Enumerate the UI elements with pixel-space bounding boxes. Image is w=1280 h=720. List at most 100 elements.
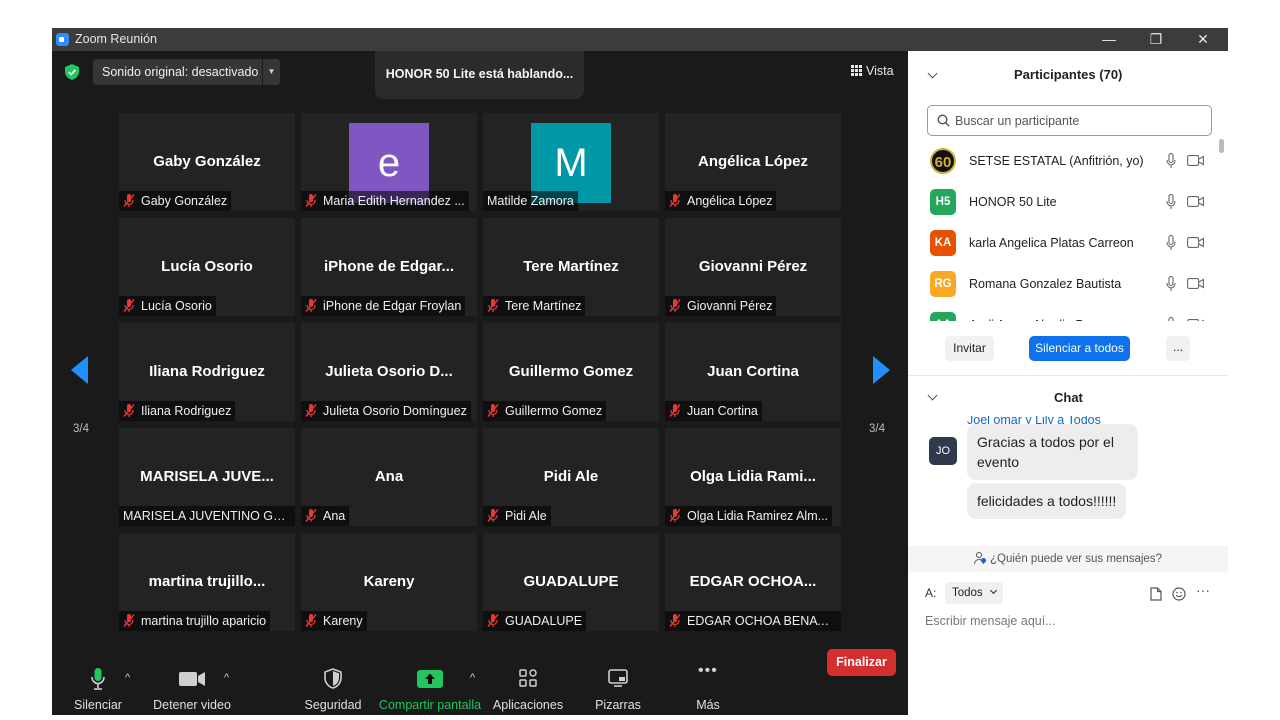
who-can-see-messages[interactable]: ¿Quién puede ver sus mensajes? (908, 546, 1228, 572)
participant-row[interactable]: AA Aroli Aaron Abadia Ponce (908, 305, 1220, 321)
participant-display-name: Angélica López (697, 153, 809, 170)
video-tile[interactable]: Lucía Osorio Lucía Osorio (119, 218, 295, 316)
participant-row[interactable]: H5 HONOR 50 Lite (908, 182, 1220, 223)
participant-avatar: H5 (930, 189, 956, 215)
security-shield-icon[interactable] (65, 64, 79, 80)
grid-view-icon (851, 65, 862, 76)
camera-icon[interactable] (1187, 319, 1204, 321)
video-tile[interactable]: Iliana Rodriguez Iliana Rodriguez (119, 323, 295, 421)
video-tile[interactable]: Gaby González Gaby González (119, 113, 295, 211)
camera-icon[interactable] (1187, 196, 1204, 207)
video-tile[interactable]: GUADALUPE GUADALUPE (483, 533, 659, 631)
video-tile[interactable]: Ana Ana (301, 428, 477, 526)
muted-mic-icon (123, 614, 135, 627)
participant-avatar: AA (930, 312, 956, 321)
chat-recipient-label: A: (925, 586, 937, 600)
video-tile[interactable]: Pidi Ale Pidi Ale (483, 428, 659, 526)
more-label: Más (696, 698, 720, 712)
muted-mic-icon (487, 299, 499, 312)
video-tile[interactable]: EDGAR OCHOA... EDGAR OCHOA BENAVI... (665, 533, 841, 631)
participant-display-name: iPhone de Edgar... (323, 258, 455, 275)
video-options-caret-icon[interactable]: ^ (224, 672, 229, 684)
participant-row[interactable]: 60 SETSE ESTATAL (Anfitrión, yo) (908, 141, 1220, 182)
participant-name-tag: Angélica López (665, 191, 777, 211)
video-tile[interactable]: Juan Cortina Juan Cortina (665, 323, 841, 421)
previous-page-arrow-icon[interactable] (71, 356, 88, 384)
audio-options-caret-icon[interactable]: ^ (125, 672, 130, 684)
participant-name-tag: Julieta Osorio Domínguez (301, 401, 471, 421)
collapse-participants-chevron-icon[interactable] (927, 68, 938, 79)
video-tile[interactable]: martina trujillo... martina trujillo apar… (119, 533, 295, 631)
participant-name-label: Tere Martínez (505, 299, 582, 313)
chat-message-input[interactable]: Escribir mensaje aquí... (925, 614, 1056, 628)
microphone-icon[interactable] (1166, 194, 1176, 210)
microphone-icon[interactable] (1166, 276, 1176, 292)
view-button[interactable]: Vista (851, 64, 894, 78)
video-tile[interactable]: e Maria Edith Hernandez ... (301, 113, 477, 211)
chat-message: felicidades a todos!!!!!! (967, 483, 1127, 519)
file-icon[interactable] (1150, 587, 1162, 601)
microphone-icon[interactable] (1166, 235, 1176, 251)
collapse-chat-chevron-icon[interactable] (927, 390, 938, 401)
participant-name-tag: iPhone de Edgar Froylan (301, 296, 466, 316)
chat-more-icon[interactable]: ··· (1196, 582, 1210, 598)
participant-name: HONOR 50 Lite (969, 195, 1057, 209)
microphone-icon[interactable] (1166, 317, 1176, 321)
invite-button[interactable]: Invitar (945, 336, 994, 361)
muted-mic-icon (123, 194, 135, 207)
participant-name: Romana Gonzalez Bautista (969, 277, 1122, 291)
video-tile[interactable]: M Matilde Zamora (483, 113, 659, 211)
participant-name-tag: Pidi Ale (483, 506, 551, 526)
participant-list-scrollbar[interactable] (1219, 139, 1224, 321)
participant-name-tag: Maria Edith Hernandez ... (301, 191, 469, 211)
microphone-icon (91, 668, 105, 690)
emoji-icon[interactable] (1172, 587, 1186, 601)
participant-search-input[interactable]: Buscar un participante (927, 105, 1212, 136)
participant-name-tag: Ana (301, 506, 350, 526)
share-screen-icon (417, 670, 443, 688)
window-title: Zoom Reunión (75, 32, 157, 46)
muted-mic-icon (305, 194, 317, 207)
participant-name-tag: Olga Lidia Ramirez Alm... (665, 506, 833, 526)
participant-row[interactable]: KA karla Angelica Platas Carreon (908, 223, 1220, 264)
participant-name-label: Iliana Rodriguez (141, 404, 232, 418)
apps-icon (519, 669, 537, 687)
share-options-caret-icon[interactable]: ^ (470, 672, 475, 684)
chevron-down-icon[interactable]: ▼ (262, 59, 280, 85)
mute-all-button[interactable]: Silenciar a todos (1029, 336, 1130, 361)
next-page-arrow-icon[interactable] (873, 356, 890, 384)
video-area: Sonido original: desactivado ▼ HONOR 50 … (52, 51, 908, 715)
original-sound-dropdown[interactable]: Sonido original: desactivado ▼ (93, 59, 280, 85)
video-tile[interactable]: Kareny Kareny (301, 533, 477, 631)
video-tile[interactable]: Giovanni Pérez Giovanni Pérez (665, 218, 841, 316)
video-tile[interactable]: Julieta Osorio D... Julieta Osorio Domíng… (301, 323, 477, 421)
chat-recipient-dropdown[interactable]: Todos (945, 582, 1003, 604)
minimize-button[interactable]: — (1086, 28, 1132, 51)
participant-name-label: Angélica López (687, 194, 773, 208)
participant-name-label: EDGAR OCHOA BENAVI... (687, 614, 839, 628)
video-tile[interactable]: Angélica López Angélica López (665, 113, 841, 211)
participant-name-tag: martina trujillo aparicio (119, 611, 271, 631)
chevron-down-icon (989, 586, 998, 595)
muted-mic-icon (669, 194, 681, 207)
whiteboard-icon (608, 669, 628, 687)
camera-icon[interactable] (1187, 278, 1204, 289)
participant-display-name: GUADALUPE (523, 573, 619, 590)
microphone-icon[interactable] (1166, 153, 1176, 169)
video-camera-icon (179, 672, 205, 686)
video-tile[interactable]: Tere Martínez Tere Martínez (483, 218, 659, 316)
video-tile[interactable]: MARISELA JUVE... MARISELA JUVENTINO GU... (119, 428, 295, 526)
video-tile[interactable]: Olga Lidia Rami... Olga Lidia Ramirez Alm… (665, 428, 841, 526)
end-meeting-button[interactable]: Finalizar (827, 649, 896, 676)
video-tile[interactable]: iPhone de Edgar... iPhone de Edgar Froyla… (301, 218, 477, 316)
participant-name-label: iPhone de Edgar Froylan (323, 299, 462, 313)
search-icon (937, 114, 950, 127)
camera-icon[interactable] (1187, 155, 1204, 166)
participant-row[interactable]: RG Romana Gonzalez Bautista (908, 264, 1220, 305)
video-tile[interactable]: Guillermo Gomez Guillermo Gomez (483, 323, 659, 421)
participant-name-tag: Kareny (301, 611, 367, 631)
participants-more-button[interactable]: ... (1166, 336, 1190, 361)
camera-icon[interactable] (1187, 237, 1204, 248)
close-button[interactable]: ✕ (1180, 28, 1226, 51)
restore-button[interactable]: ❐ (1133, 28, 1179, 51)
